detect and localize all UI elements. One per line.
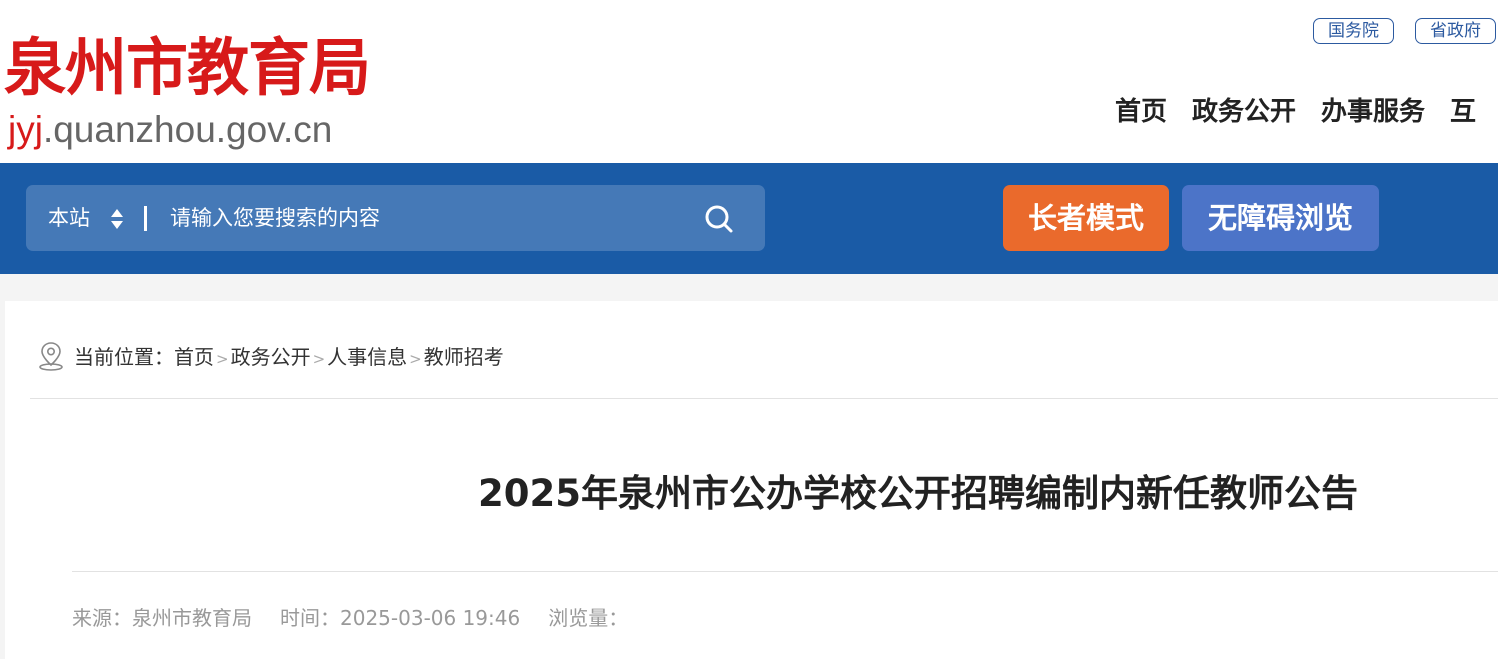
elder-mode-button[interactable]: 长者模式 [1003,185,1169,251]
accessible-browse-button[interactable]: 无障碍浏览 [1182,185,1379,251]
search-box: 本站 [26,185,765,251]
main-nav: 首页 政务公开 办事服务互 [1115,92,1498,132]
nav-item-home[interactable]: 首页 [1115,92,1167,132]
breadcrumb-separator: > [312,350,326,368]
site-header: 泉州市教育局 jyj.quanzhou.gov.cn 国务院 省政府 首页 政务公… [0,0,1498,163]
article-views: 浏览量： [548,606,629,630]
link-provincial-government[interactable]: 省政府 [1415,18,1496,44]
article-meta: 来源：泉州市教育局 时间：2025-03-06 19:46 浏览量： [72,600,656,636]
site-logo-title[interactable]: 泉州市教育局 [4,30,371,106]
location-pin-icon [39,341,63,371]
search-bar-band: 本站 长者模式 无障碍浏览 [0,163,1498,274]
article-title: 2025年泉州市公办学校公开招聘编制内新任教师公告 [478,472,1358,515]
link-state-council[interactable]: 国务院 [1313,18,1394,44]
breadcrumb-divider [30,398,1498,399]
breadcrumb: 当前位置：首页 > 政务公开 > 人事信息 > 教师招考 [38,340,504,374]
breadcrumb-item-government-affairs[interactable]: 政务公开 [231,345,311,369]
logo-url-highlight: jyj [8,109,43,150]
nav-item-government-affairs[interactable]: 政务公开 [1192,92,1296,132]
search-icon[interactable] [704,204,734,234]
site-logo-url[interactable]: jyj.quanzhou.gov.cn [8,108,332,152]
article-time: 时间：2025-03-06 19:46 [280,606,521,630]
breadcrumb-item-personnel-info[interactable]: 人事信息 [327,345,407,369]
breadcrumb-item-teacher-recruitment[interactable]: 教师招考 [424,345,504,369]
article-source: 来源：泉州市教育局 [72,606,252,630]
sort-arrows-icon[interactable] [110,208,124,230]
breadcrumb-separator: > [216,350,229,368]
breadcrumb-label: 当前位置： [74,345,174,369]
nav-item-interaction[interactable]: 互 [1450,92,1476,132]
breadcrumb-item-home[interactable]: 首页 [174,345,214,369]
search-scope-select[interactable]: 本站 [48,185,90,251]
breadcrumb-separator: > [409,350,422,368]
search-divider [144,206,147,231]
title-divider [72,571,1498,572]
search-input[interactable] [170,195,690,241]
nav-item-services[interactable]: 办事服务 [1321,92,1425,132]
logo-url-domain: .quanzhou.gov.cn [42,109,333,150]
